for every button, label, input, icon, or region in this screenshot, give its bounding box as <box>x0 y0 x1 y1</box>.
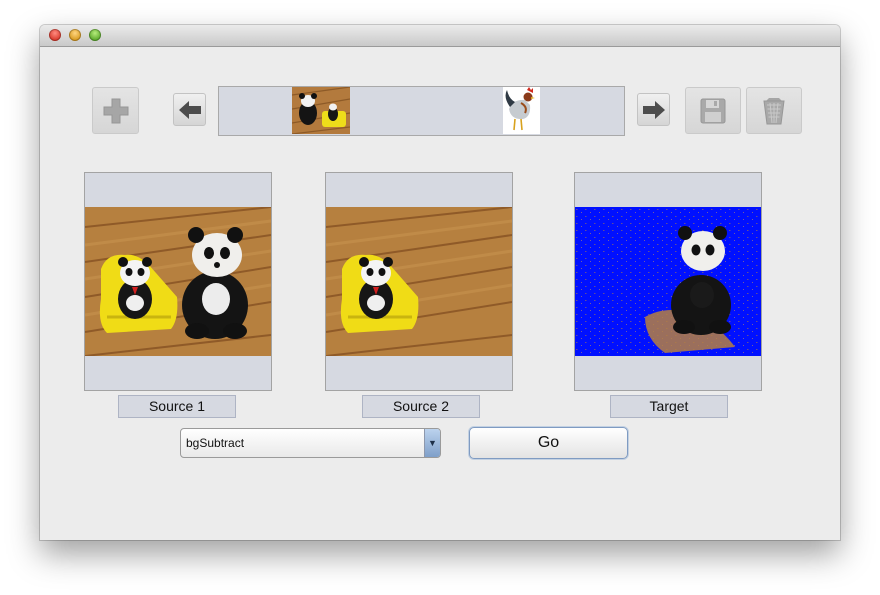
delete-button[interactable] <box>746 87 802 134</box>
previous-button[interactable] <box>173 93 206 126</box>
thumbnail-rooster[interactable] <box>503 87 540 134</box>
save-button[interactable] <box>685 87 741 134</box>
close-window-button[interactable] <box>49 29 61 41</box>
source1-panel[interactable] <box>84 172 272 391</box>
go-button[interactable]: Go <box>469 427 628 459</box>
minimize-window-button[interactable] <box>69 29 81 41</box>
operation-select-value: bgSubtract <box>186 436 245 450</box>
app-window: Source 1 Source 2 Target bgSubtract ▼ Go <box>40 25 840 540</box>
thumbnail-strip[interactable] <box>218 86 625 136</box>
trash-icon <box>763 97 785 124</box>
source2-panel[interactable] <box>325 172 513 391</box>
source1-image <box>85 207 271 356</box>
zoom-window-button[interactable] <box>89 29 101 41</box>
plus-icon <box>103 98 128 123</box>
floppy-disk-icon <box>700 98 726 123</box>
operation-select[interactable]: bgSubtract ▼ <box>180 428 441 458</box>
next-button[interactable] <box>637 93 670 126</box>
target-panel[interactable] <box>574 172 762 391</box>
source2-image <box>326 207 512 356</box>
source1-label: Source 1 <box>118 395 236 418</box>
title-bar <box>40 25 840 47</box>
target-label: Target <box>610 395 728 418</box>
add-image-button[interactable] <box>92 87 139 134</box>
thumbnail-pandas[interactable] <box>291 86 351 135</box>
arrow-left-icon <box>178 100 201 119</box>
dropdown-arrow-icon[interactable]: ▼ <box>424 429 440 457</box>
source2-label: Source 2 <box>362 395 480 418</box>
target-image <box>575 207 761 356</box>
arrow-right-icon <box>642 100 665 119</box>
